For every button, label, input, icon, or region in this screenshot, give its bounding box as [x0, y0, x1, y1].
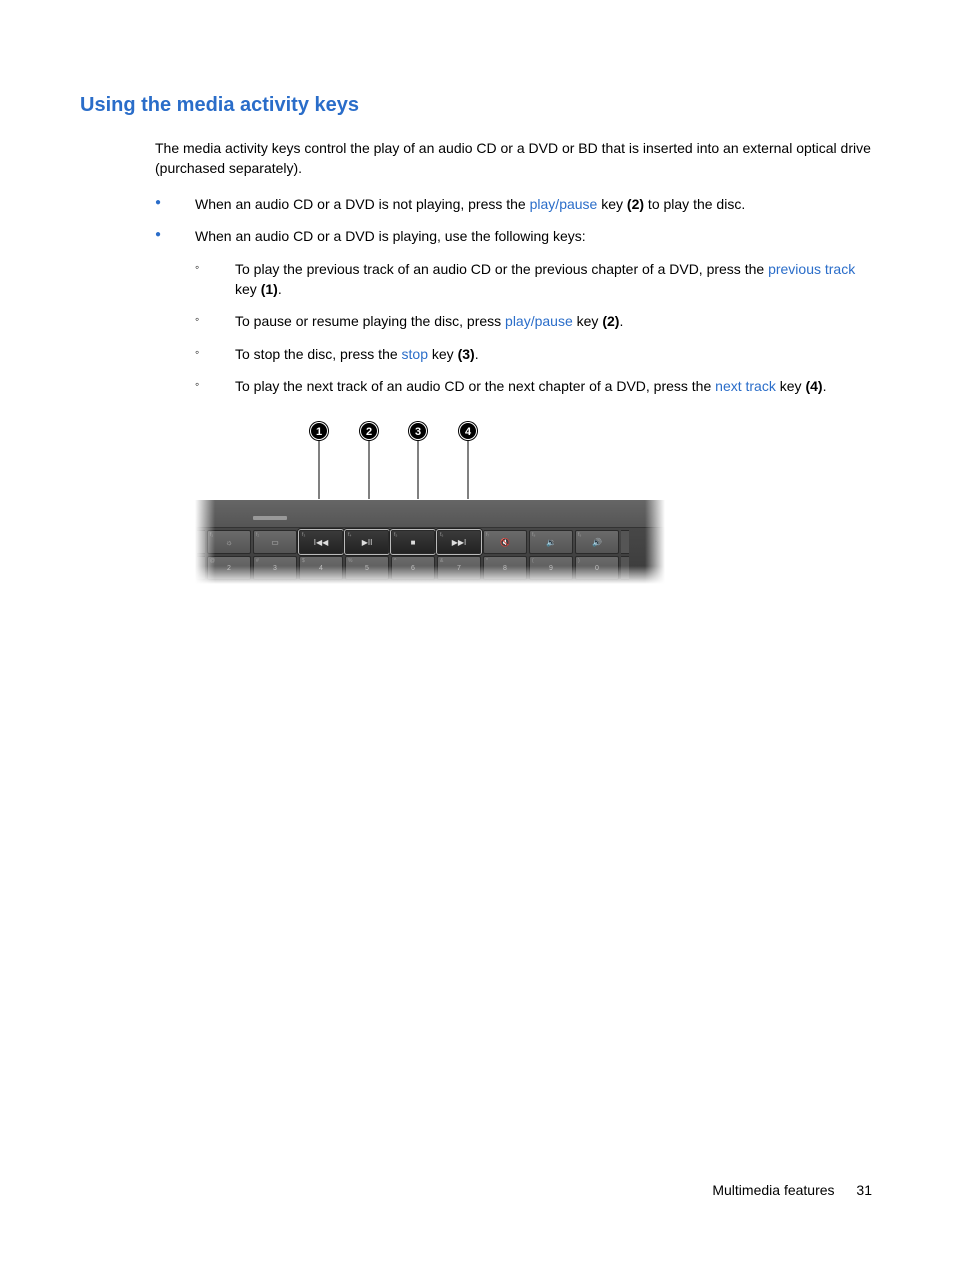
mute-icon: 🔇 — [500, 538, 510, 547]
key-number-3: (3) — [458, 346, 475, 362]
key-number-2: (2) — [627, 196, 644, 212]
key-f7-mute: f₇🔇 — [483, 530, 527, 554]
key-0: )0 — [575, 556, 619, 580]
play-pause-icon: ▶II — [362, 538, 373, 547]
volume-up-icon: 🔊 — [592, 538, 602, 547]
bullet-item-2: When an audio CD or a DVD is playing, us… — [155, 226, 874, 396]
key-f9-volume-up: f₉🔊 — [575, 530, 619, 554]
key-f6-next-track: f₆▶▶I — [437, 530, 481, 554]
key-f5-stop: f₅■ — [391, 530, 435, 554]
brightness-icon: ☼ — [225, 538, 232, 547]
key-3: #3 — [253, 556, 297, 580]
text: . — [823, 378, 827, 394]
function-key-row: f₁☼ f₂▭ f₃I◀◀ f₄▶II f₅■ f₆▶▶I f₇🔇 f₈🔉 f₉… — [197, 530, 663, 554]
text: To play the previous track of an audio C… — [235, 261, 768, 277]
text: key — [428, 346, 458, 362]
section-heading: Using the media activity keys — [80, 94, 874, 117]
sub-item-previous-track: To play the previous track of an audio C… — [195, 259, 874, 300]
casing-slot — [253, 516, 287, 520]
volume-down-icon: 🔉 — [546, 538, 556, 547]
stop-icon: ■ — [411, 538, 416, 547]
key-f4-play-pause: f₄▶II — [345, 530, 389, 554]
key-9: (9 — [529, 556, 573, 580]
key-f8-volume-down: f₈🔉 — [529, 530, 573, 554]
text: To play the next track of an audio CD or… — [235, 378, 715, 394]
text: . — [475, 346, 479, 362]
key-5: %5 — [345, 556, 389, 580]
key-f1-brightness: f₁☼ — [207, 530, 251, 554]
play-pause-link[interactable]: play/pause — [530, 196, 598, 212]
stop-link[interactable]: stop — [402, 346, 428, 362]
text: key — [235, 281, 261, 297]
intro-paragraph: The media activity keys control the play… — [155, 139, 874, 178]
text: To stop the disc, press the — [235, 346, 402, 362]
next-track-icon: ▶▶I — [452, 538, 467, 547]
bullet-item-1: When an audio CD or a DVD is not playing… — [155, 194, 874, 214]
previous-track-link[interactable]: previous track — [768, 261, 855, 277]
keyboard-diagram: 1 2 3 4 f₁☼ f₂▭ f₃I◀◀ f₄▶II f₅■ f₆▶▶I f₇… — [195, 420, 665, 584]
text: To pause or resume playing the disc, pre… — [235, 313, 505, 329]
callout-2: 2 — [360, 422, 378, 440]
key-8: *8 — [483, 556, 527, 580]
key-f2-display: f₂▭ — [253, 530, 297, 554]
number-key-row: @2 #3 $4 %5 ^6 &7 *8 (9 )0 — [197, 556, 663, 580]
text: key — [597, 196, 627, 212]
key-2: @2 — [207, 556, 251, 580]
callout-3: 3 — [409, 422, 427, 440]
sub-item-play-pause: To pause or resume playing the disc, pre… — [195, 311, 874, 331]
text: key — [776, 378, 806, 394]
keyboard-casing — [195, 500, 665, 528]
next-track-link[interactable]: next track — [715, 378, 776, 394]
text: . — [619, 313, 623, 329]
key-f3-previous-track: f₃I◀◀ — [299, 530, 343, 554]
callout-1: 1 — [310, 422, 328, 440]
sub-item-stop: To stop the disc, press the stop key (3)… — [195, 344, 874, 364]
key-7: &7 — [437, 556, 481, 580]
sub-item-next-track: To play the next track of an audio CD or… — [195, 376, 874, 396]
play-pause-link[interactable]: play/pause — [505, 313, 573, 329]
key-4: $4 — [299, 556, 343, 580]
text: When an audio CD or a DVD is not playing… — [195, 196, 530, 212]
display-icon: ▭ — [271, 538, 279, 547]
footer-page-number: 31 — [856, 1182, 872, 1198]
key-number-2: (2) — [602, 313, 619, 329]
text: key — [573, 313, 603, 329]
key-number-1: (1) — [261, 281, 278, 297]
key-6: ^6 — [391, 556, 435, 580]
callout-4: 4 — [459, 422, 477, 440]
key-number-4: (4) — [805, 378, 822, 394]
text: . — [278, 281, 282, 297]
previous-track-icon: I◀◀ — [314, 538, 329, 547]
page-footer: Multimedia features 31 — [712, 1182, 872, 1198]
text: When an audio CD or a DVD is playing, us… — [195, 228, 586, 244]
footer-section-name: Multimedia features — [712, 1182, 834, 1198]
text: to play the disc. — [644, 196, 745, 212]
